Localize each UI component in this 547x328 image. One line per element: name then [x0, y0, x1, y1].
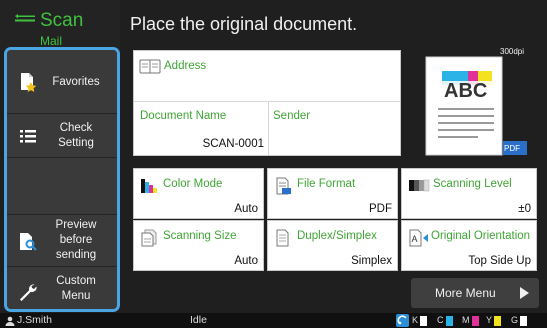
scan-mail-screen: Scan Mail Place the original document. F…: [0, 0, 547, 328]
toner-c: C: [437, 315, 453, 326]
user-icon: [5, 316, 15, 326]
toner-y: Y: [486, 315, 502, 326]
document-info-card: Address Document Name SCAN-0001 Sender: [133, 50, 401, 156]
scan-icon: [15, 14, 35, 22]
toner-k: K: [412, 315, 428, 326]
scanning-size-icon: [141, 229, 157, 247]
preview-sample-text: ABC: [444, 80, 488, 102]
color-mode-icon: [141, 179, 157, 193]
scanning-size-label: Scanning Size: [163, 230, 237, 242]
file-format-icon: [276, 177, 291, 195]
toner-k-label: K: [412, 315, 419, 325]
sidebar-item-custom-menu[interactable]: Custom Menu: [7, 267, 117, 309]
svg-text:A: A: [412, 234, 418, 244]
address-label: Address: [164, 60, 207, 72]
scanning-level-value: ±0: [518, 203, 531, 215]
toner-g-swatch: [520, 315, 528, 326]
more-menu-button[interactable]: More Menu: [411, 278, 539, 308]
app-subtitle: Mail: [40, 34, 63, 48]
scanning-size-value: Auto: [234, 255, 258, 267]
sidebar-item-check-setting[interactable]: Check Setting: [7, 114, 117, 158]
instruction-message: Place the original document.: [130, 14, 358, 34]
document-name-label: Document Name: [140, 110, 227, 122]
scanning-level-button[interactable]: Scanning Level ±0: [401, 168, 537, 219]
toner-c-swatch: [445, 315, 453, 326]
toner-m-label: M: [462, 315, 470, 325]
duplex-simplex-value: Simplex: [351, 255, 392, 267]
original-orientation-button[interactable]: A Original Orientation Top Side Up: [401, 220, 537, 271]
wrench-icon: [20, 284, 37, 301]
sidebar-item-label: Check Setting: [58, 122, 94, 149]
more-menu-label: More Menu: [435, 286, 496, 300]
machine-status: Idle: [190, 314, 207, 326]
user-name: J.Smith: [17, 314, 53, 326]
sender-label: Sender: [273, 110, 311, 122]
address-book-icon: [139, 59, 161, 74]
duplex-simplex-button[interactable]: Duplex/Simplex Simplex: [267, 220, 398, 271]
orientation-icon: A: [409, 229, 428, 247]
toner-m-swatch: [471, 315, 479, 326]
scanning-size-button[interactable]: Scanning Size Auto: [133, 220, 264, 271]
toner-g-label: G: [511, 315, 519, 325]
sidebar: Favorites Check Setting Preview before s…: [4, 47, 120, 312]
scanning-level-icon: [409, 179, 430, 192]
sender-field[interactable]: Sender: [269, 102, 400, 155]
app-tile[interactable]: Scan Mail: [0, 0, 120, 50]
user-indicator[interactable]: J.Smith: [5, 313, 52, 328]
file-format-label: File Format: [297, 178, 356, 190]
toner-k-swatch: [420, 315, 428, 326]
original-orientation-label: Original Orientation: [431, 230, 531, 242]
sidebar-item-favorites[interactable]: Favorites: [7, 50, 117, 114]
color-mode-label: Color Mode: [163, 178, 223, 190]
sidebar-item-label: Preview before sending: [55, 219, 97, 261]
favorites-icon: [21, 73, 37, 92]
sidebar-item-label: Favorites: [52, 76, 100, 88]
file-format-button[interactable]: File Format PDF: [267, 168, 398, 219]
pdf-badge: PDF: [504, 144, 520, 153]
toner-c-label: C: [437, 315, 444, 325]
list-icon: [20, 130, 36, 143]
sidebar-item-preview[interactable]: Preview before sending: [7, 215, 117, 267]
document-name-value: SCAN-0001: [202, 138, 264, 150]
file-format-value: PDF: [369, 203, 392, 215]
scanning-level-label: Scanning Level: [433, 178, 512, 190]
document-name-field[interactable]: Document Name SCAN-0001: [134, 102, 267, 155]
color-mode-button[interactable]: Color Mode Auto: [133, 168, 264, 219]
sidebar-item-label: Custom Menu: [56, 275, 96, 302]
toner-m: M: [462, 315, 479, 326]
sidebar-spacer: [7, 158, 117, 215]
preview-icon: [20, 233, 37, 251]
app-title: Scan: [40, 10, 84, 31]
toner-y-swatch: [494, 315, 502, 326]
original-orientation-value: Top Side Up: [468, 255, 531, 267]
toner-g: G: [511, 315, 528, 326]
resolution-label: 300dpi: [500, 47, 525, 56]
network-icon: [396, 314, 409, 327]
address-field[interactable]: Address: [134, 51, 400, 101]
toner-y-label: Y: [486, 315, 493, 325]
status-bar: J.Smith Idle K C M Y G: [0, 313, 547, 328]
document-preview[interactable]: ABC PDF 300dpi: [408, 45, 528, 160]
duplex-simplex-icon: [276, 229, 289, 247]
play-arrow-icon: [520, 287, 529, 299]
duplex-simplex-label: Duplex/Simplex: [297, 230, 377, 242]
color-mode-value: Auto: [234, 203, 258, 215]
